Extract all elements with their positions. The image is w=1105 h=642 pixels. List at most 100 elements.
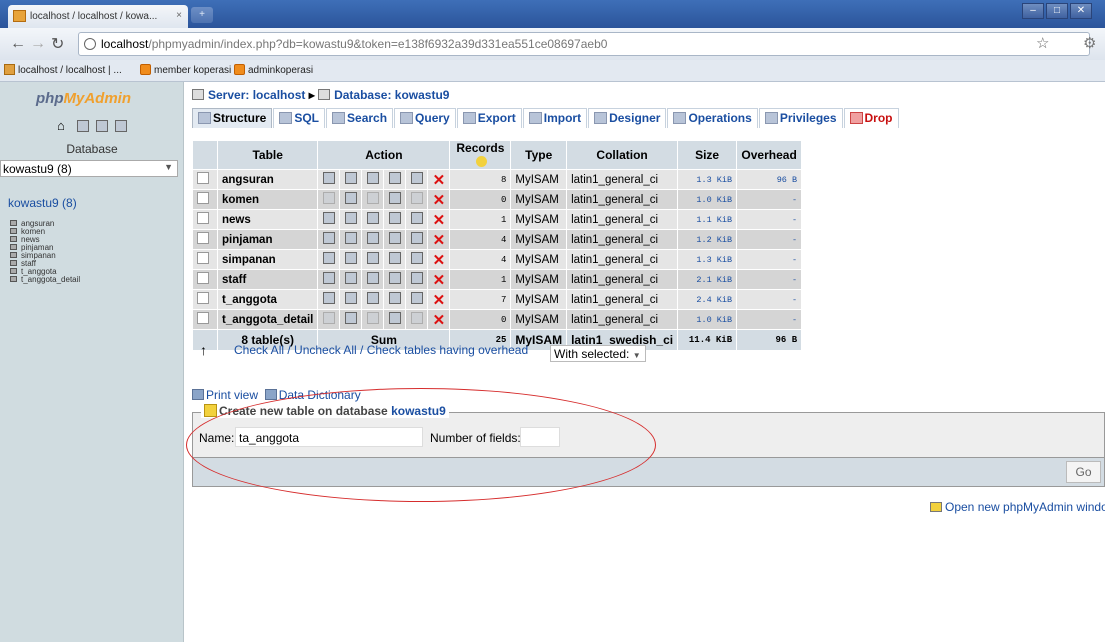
insert-icon[interactable] (388, 232, 401, 244)
breadcrumb-database[interactable]: Database: kowastu9 (334, 88, 449, 102)
structure-icon[interactable] (344, 312, 357, 324)
maximize-button[interactable]: □ (1046, 3, 1068, 19)
empty-icon[interactable] (410, 232, 423, 244)
search-icon[interactable] (366, 272, 379, 284)
breadcrumb-server[interactable]: Server: localhost (208, 88, 305, 102)
bookmark-adminkoperasi[interactable]: adminkoperasi (234, 64, 313, 76)
empty-icon[interactable] (410, 212, 423, 224)
drop-icon[interactable]: ✕ (433, 172, 446, 189)
insert-icon[interactable] (388, 272, 401, 284)
go-button[interactable]: Go (1066, 461, 1101, 483)
structure-icon[interactable] (344, 232, 357, 244)
empty-icon[interactable] (410, 292, 423, 304)
row-checkbox[interactable] (197, 192, 209, 204)
page-info-icon[interactable] (84, 38, 96, 50)
close-tab-icon[interactable]: × (176, 10, 182, 21)
drop-icon[interactable]: ✕ (433, 252, 446, 269)
structure-icon[interactable] (344, 212, 357, 224)
browse-icon[interactable] (322, 252, 335, 264)
browse-icon[interactable] (322, 172, 335, 184)
database-title-link[interactable]: kowastu9 (8) (8, 196, 77, 210)
structure-icon[interactable] (344, 252, 357, 264)
drop-icon[interactable]: ✕ (433, 272, 446, 289)
table-name-link[interactable]: t_anggota_detail (218, 310, 318, 329)
insert-icon[interactable] (388, 192, 401, 204)
table-name-link[interactable]: angsuran (218, 170, 318, 189)
browse-icon[interactable] (322, 212, 335, 224)
open-new-window-link[interactable]: Open new phpMyAdmin window (930, 500, 1105, 514)
browse-icon[interactable] (322, 232, 335, 244)
empty-icon[interactable] (410, 192, 423, 204)
drop-icon[interactable]: ✕ (433, 212, 446, 229)
phpmyadmin-logo[interactable]: phpMyAdmin (36, 90, 131, 107)
insert-icon[interactable] (388, 312, 401, 324)
search-icon[interactable] (366, 212, 379, 224)
reload-icon[interactable]: ↻ (51, 34, 64, 54)
empty-icon[interactable] (410, 272, 423, 284)
bookmark-member-koperasi[interactable]: member koperasi (140, 64, 231, 76)
address-bar[interactable]: localhost/phpmyadmin/index.php?db=kowast… (78, 32, 1090, 56)
drop-icon[interactable]: ✕ (433, 232, 446, 249)
structure-icon[interactable] (344, 192, 357, 204)
insert-icon[interactable] (388, 172, 401, 184)
size-cell[interactable]: 2.1 KiB (678, 270, 737, 289)
print-view-link[interactable]: Print view (206, 388, 258, 402)
header-overhead[interactable]: Overhead (737, 141, 802, 169)
size-cell[interactable]: 1.3 KiB (678, 250, 737, 269)
help-icon[interactable] (115, 120, 127, 132)
size-cell[interactable]: 2.4 KiB (678, 290, 737, 309)
size-cell[interactable]: 1.0 KiB (678, 190, 737, 209)
forward-icon[interactable]: → (30, 35, 46, 53)
drop-icon[interactable]: ✕ (433, 192, 446, 209)
tab-designer[interactable]: Designer (588, 108, 667, 128)
header-collation[interactable]: Collation (567, 141, 678, 169)
size-cell[interactable]: 1.1 KiB (678, 210, 737, 229)
tab-sql[interactable]: SQL (273, 108, 326, 128)
sql-query-icon[interactable] (77, 120, 89, 132)
home-icon[interactable]: ⌂ (57, 119, 71, 133)
search-icon[interactable] (366, 172, 379, 184)
table-name-link[interactable]: t_anggota (218, 290, 318, 309)
tab-export[interactable]: Export (456, 108, 522, 128)
wrench-menu-icon[interactable]: ⚙ (1083, 34, 1096, 52)
header-table[interactable]: Table (218, 141, 318, 169)
search-icon[interactable] (366, 232, 379, 244)
row-checkbox[interactable] (197, 172, 209, 184)
search-icon[interactable] (366, 192, 379, 204)
table-name-link[interactable]: komen (218, 190, 318, 209)
browse-icon[interactable] (322, 312, 335, 324)
size-cell[interactable]: 1.2 KiB (678, 230, 737, 249)
new-tab-button[interactable]: + (191, 7, 213, 23)
tab-import[interactable]: Import (522, 108, 588, 128)
table-name-link[interactable]: pinjaman (218, 230, 318, 249)
close-window-button[interactable]: ✕ (1070, 3, 1092, 19)
tab-privileges[interactable]: Privileges (758, 108, 843, 128)
empty-icon[interactable] (410, 172, 423, 184)
empty-icon[interactable] (410, 312, 423, 324)
search-icon[interactable] (366, 252, 379, 264)
check-links[interactable]: Check All / Uncheck All / Check tables h… (234, 343, 528, 357)
bookmark-localhost[interactable]: localhost / localhost | ... (4, 64, 122, 76)
help-bulb-icon[interactable] (475, 156, 487, 167)
search-icon[interactable] (366, 312, 379, 324)
drop-icon[interactable]: ✕ (433, 292, 446, 309)
header-type[interactable]: Type (511, 141, 567, 169)
table-name-link[interactable]: news (218, 210, 318, 229)
table-name-link[interactable]: staff (218, 270, 318, 289)
structure-icon[interactable] (344, 292, 357, 304)
insert-icon[interactable] (388, 212, 401, 224)
tab-operations[interactable]: Operations (667, 108, 758, 128)
insert-icon[interactable] (388, 292, 401, 304)
browse-icon[interactable] (322, 292, 335, 304)
row-checkbox[interactable] (197, 272, 209, 284)
header-size[interactable]: Size (678, 141, 737, 169)
browser-tab[interactable]: localhost / localhost / kowa... × (8, 5, 188, 28)
row-checkbox[interactable] (197, 312, 209, 324)
size-cell[interactable]: 1.3 KiB (678, 170, 737, 189)
bookmark-star-icon[interactable]: ☆ (1036, 34, 1049, 52)
search-icon[interactable] (366, 292, 379, 304)
table-name-link[interactable]: simpanan (218, 250, 318, 269)
drop-icon[interactable]: ✕ (433, 312, 446, 329)
tab-query[interactable]: Query (394, 108, 456, 128)
with-selected-select[interactable]: With selected: ▼ (550, 345, 646, 362)
